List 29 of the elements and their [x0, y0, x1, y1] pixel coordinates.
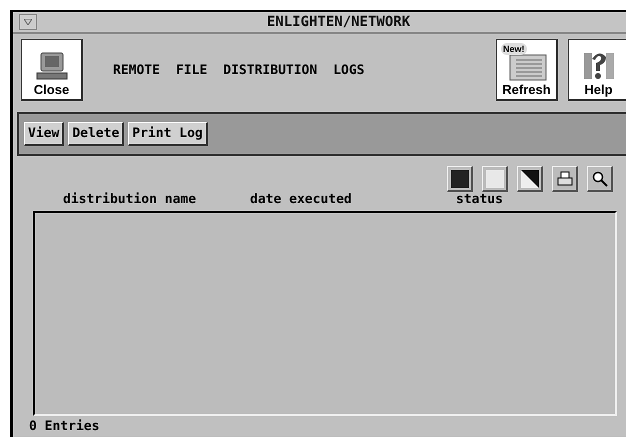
tool-button[interactable]: [552, 166, 578, 192]
window-title: ENLIGHTEN/NETWORK: [266, 14, 412, 30]
tool-button[interactable]: [447, 166, 473, 192]
tool-button[interactable]: [587, 166, 613, 192]
tool-button[interactable]: [517, 166, 543, 192]
action-button[interactable]: View: [24, 122, 64, 146]
search-icon: [592, 170, 608, 186]
menu-item[interactable]: DISTRIBUTION: [223, 62, 318, 78]
new-badge: New!: [501, 43, 527, 55]
printer-icon: [556, 170, 572, 186]
tool-button[interactable]: [482, 166, 508, 192]
light-square-icon: [486, 170, 504, 188]
toolbar-button[interactable]: Close: [21, 39, 83, 101]
column-header: date executed: [250, 192, 353, 207]
toolbar-button[interactable]: Help: [568, 39, 626, 101]
menu-item[interactable]: FILE: [176, 62, 208, 78]
dark-square-icon: [450, 170, 468, 188]
triangle-icon: [24, 19, 32, 25]
action-button[interactable]: Delete: [68, 122, 124, 146]
entry-count: 0 Entries: [28, 418, 100, 434]
half-tone-icon: [520, 170, 538, 188]
action-button[interactable]: Print Log: [128, 122, 208, 146]
column-header: status: [456, 192, 504, 207]
window-menu-button[interactable]: [19, 14, 37, 30]
toolbar-button[interactable]: New! Refresh: [496, 39, 558, 101]
menu-item[interactable]: REMOTE: [113, 62, 160, 78]
menu-item[interactable]: LOGS: [333, 62, 365, 78]
column-header: distribution name: [63, 192, 198, 207]
computer-icon: [34, 51, 68, 81]
